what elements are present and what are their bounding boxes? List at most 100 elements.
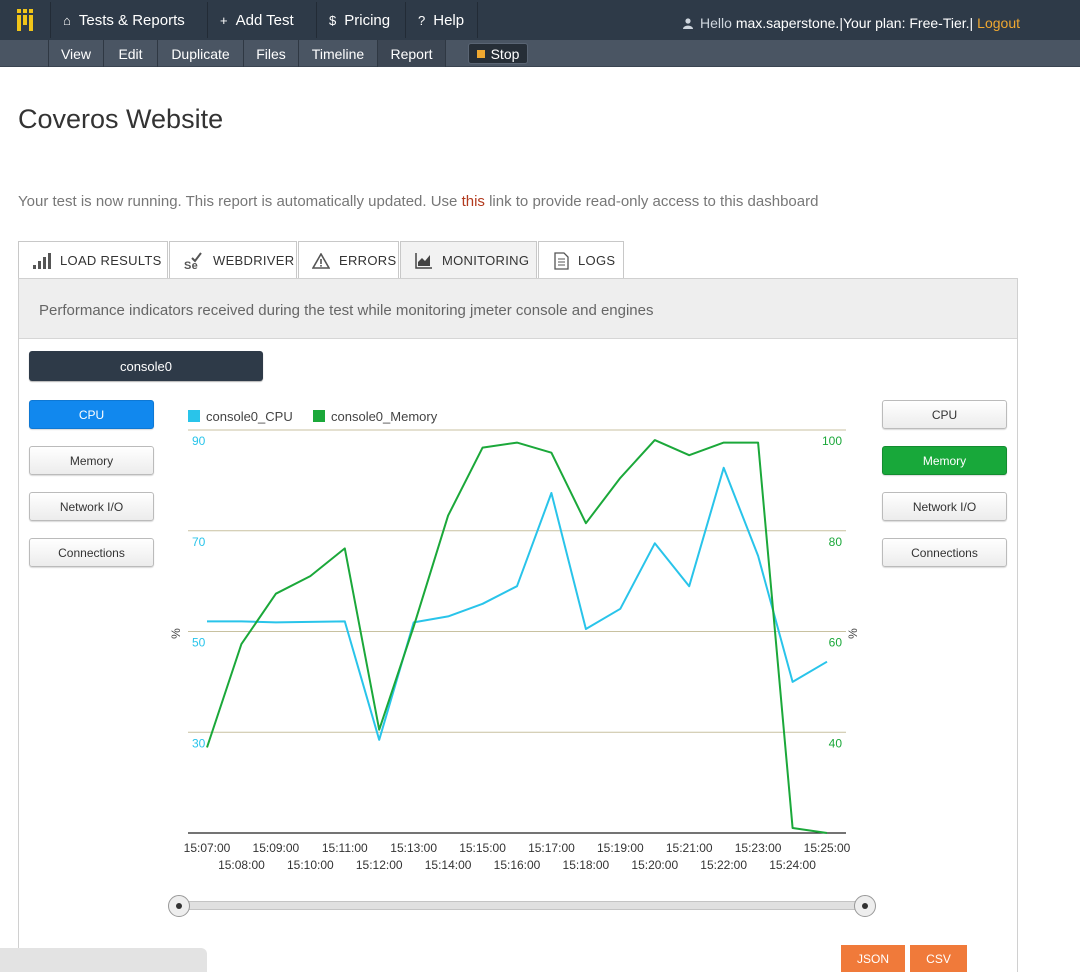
bar-chart-icon xyxy=(33,252,51,269)
tab-webdriver[interactable]: Se WEBDRIVER xyxy=(169,241,297,279)
nav-label: Help xyxy=(433,11,465,29)
y-left-tick-label: 50 xyxy=(192,636,206,650)
plus-icon: + xyxy=(220,12,228,28)
x-tick-label: 15:08:00 xyxy=(218,858,265,872)
subnav-view[interactable]: View xyxy=(48,40,103,67)
x-tick-label: 15:12:00 xyxy=(356,858,403,872)
nav-tests-reports[interactable]: ⌂ Tests & Reports xyxy=(50,2,207,38)
left-cpu-button[interactable]: CPU xyxy=(29,400,154,429)
x-tick-label: 15:15:00 xyxy=(459,841,506,855)
y-left-axis-label: % xyxy=(169,628,183,639)
status-text: Your test is now running. This report is… xyxy=(18,193,818,210)
x-tick-label: 15:25:00 xyxy=(804,841,851,855)
export-csv-button[interactable]: CSV xyxy=(910,945,967,972)
hello-text: Hello xyxy=(700,15,732,31)
legend-swatch xyxy=(188,410,200,422)
share-link[interactable]: this xyxy=(462,193,485,210)
tab-monitoring[interactable]: MONITORING xyxy=(400,241,537,279)
x-tick-label: 15:09:00 xyxy=(253,841,300,855)
x-tick-label: 15:13:00 xyxy=(390,841,437,855)
subnav-report[interactable]: Report xyxy=(377,40,446,67)
x-tick-label: 15:22:00 xyxy=(700,858,747,872)
document-icon xyxy=(554,251,569,270)
nav-add-test[interactable]: + Add Test xyxy=(207,2,316,38)
username: max.saperstone. xyxy=(735,15,840,31)
slider-handle-end[interactable] xyxy=(854,895,876,917)
x-tick-label: 15:07:00 xyxy=(184,841,231,855)
export-json-button[interactable]: JSON xyxy=(841,945,905,972)
subnav-duplicate[interactable]: Duplicate xyxy=(157,40,243,67)
panel-description: Performance indicators received during t… xyxy=(39,302,654,319)
subnav-edit[interactable]: Edit xyxy=(103,40,157,67)
y-right-tick-label: 40 xyxy=(829,736,843,750)
selenium-icon: Se xyxy=(184,251,202,270)
x-tick-label: 15:10:00 xyxy=(287,858,334,872)
stop-button[interactable]: Stop xyxy=(468,43,528,64)
x-tick-label: 15:17:00 xyxy=(528,841,575,855)
stop-icon xyxy=(476,49,485,58)
nav-help[interactable]: ? Help xyxy=(405,2,478,38)
nav-pricing[interactable]: $ Pricing xyxy=(316,2,405,38)
user-icon xyxy=(683,17,694,29)
subnav-files[interactable]: Files xyxy=(243,40,298,67)
y-right-tick-label: 100 xyxy=(822,434,842,448)
warning-icon xyxy=(312,252,330,269)
monitoring-chart-icon xyxy=(415,252,432,269)
right-memory-button[interactable]: Memory xyxy=(882,446,1007,475)
home-icon: ⌂ xyxy=(63,12,71,28)
left-memory-button[interactable]: Memory xyxy=(29,446,154,475)
nav-label: Pricing xyxy=(344,11,391,29)
legend-swatch xyxy=(313,410,325,422)
y-left-tick-label: 70 xyxy=(192,535,206,549)
time-range-slider[interactable] xyxy=(178,901,866,910)
x-tick-label: 15:24:00 xyxy=(769,858,816,872)
x-tick-label: 15:23:00 xyxy=(735,841,782,855)
status-after: link to provide read-only access to this… xyxy=(484,193,819,210)
y-right-tick-label: 80 xyxy=(829,535,843,549)
handle-dot xyxy=(862,903,868,909)
nav-label: Tests & Reports xyxy=(78,11,185,29)
y-left-tick-label: 90 xyxy=(192,434,206,448)
x-tick-label: 15:14:00 xyxy=(425,858,472,872)
subnav-timeline[interactable]: Timeline xyxy=(298,40,377,67)
series-line-console0_Memory xyxy=(206,439,828,834)
right-connections-button[interactable]: Connections xyxy=(882,538,1007,567)
bottom-bar xyxy=(0,948,207,972)
x-tick-label: 15:19:00 xyxy=(597,841,644,855)
dollar-icon: $ xyxy=(329,12,337,28)
handle-dot xyxy=(176,903,182,909)
status-before: Your test is now running. This report is… xyxy=(18,193,462,210)
tab-label: MONITORING xyxy=(442,253,530,268)
y-left-tick-label: 30 xyxy=(192,736,206,750)
y-right-axis-label: % xyxy=(846,628,860,639)
left-connections-button[interactable]: Connections xyxy=(29,538,154,567)
series-line-console0_CPU xyxy=(207,466,828,741)
panel-header: Performance indicators received during t… xyxy=(19,279,1017,339)
x-tick-label: 15:20:00 xyxy=(631,858,678,872)
x-tick-label: 15:11:00 xyxy=(322,841,368,855)
logout-link[interactable]: Logout xyxy=(977,15,1020,31)
legend-label: console0_Memory xyxy=(331,409,438,424)
x-tick-label: 15:16:00 xyxy=(494,858,541,872)
tab-label: LOGS xyxy=(578,253,616,268)
svg-text:Se: Se xyxy=(184,260,198,270)
nav-label: Add Test xyxy=(235,11,294,29)
question-icon: ? xyxy=(418,12,426,28)
blazemeter-logo[interactable] xyxy=(0,0,50,40)
logo-icon xyxy=(17,9,33,31)
slider-handle-start[interactable] xyxy=(168,895,190,917)
right-cpu-button[interactable]: CPU xyxy=(882,400,1007,429)
tab-load-results[interactable]: LOAD RESULTS xyxy=(18,241,168,279)
left-network-io-button[interactable]: Network I/O xyxy=(29,492,154,521)
monitoring-chart: 30 50 70 90 40 60 80 100% % 15:07:00 15:09:00 15:11… xyxy=(169,409,860,872)
tab-logs[interactable]: LOGS xyxy=(538,241,624,279)
tab-label: WEBDRIVER xyxy=(213,253,295,268)
plan-text: |Your plan: Free-Tier.| xyxy=(839,15,974,31)
y-right-tick-label: 60 xyxy=(829,636,843,650)
tab-label: ERRORS xyxy=(339,253,397,268)
x-tick-label: 15:18:00 xyxy=(563,858,610,872)
console0-button[interactable]: console0 xyxy=(29,351,263,381)
tab-errors[interactable]: ERRORS xyxy=(298,241,399,279)
sub-nav: View Edit Duplicate Files Timeline Repor… xyxy=(0,40,1080,67)
right-network-io-button[interactable]: Network I/O xyxy=(882,492,1007,521)
